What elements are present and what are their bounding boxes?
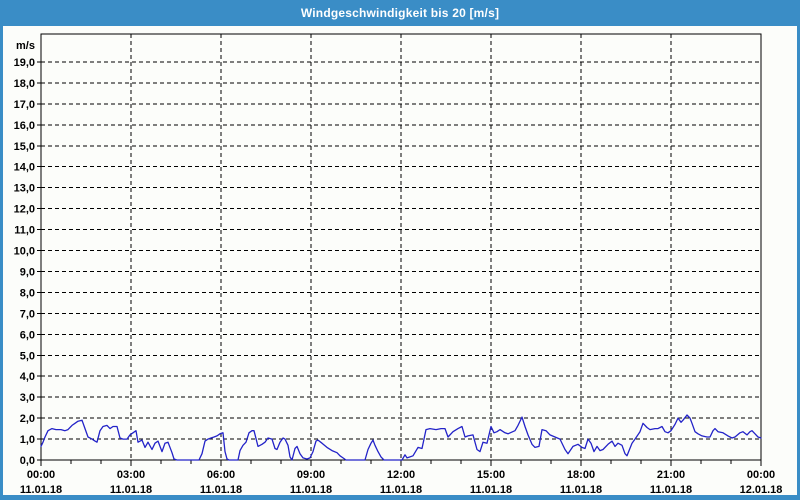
y-tick-label: 2,0 [20, 413, 35, 425]
y-tick-label: 16,0 [14, 120, 35, 132]
x-date-label: 11.01.18 [290, 484, 332, 495]
x-time-label: 09:00 [297, 469, 325, 481]
x-time-label: 00:00 [27, 469, 55, 481]
x-date-label: 11.01.18 [110, 484, 152, 495]
y-tick-label: 15,0 [14, 141, 35, 153]
window-title: Windgeschwindigkeit bis 20 [m/s] [300, 6, 500, 20]
y-tick-label: 8,0 [20, 287, 35, 299]
x-date-label: 12.01.18 [740, 484, 783, 495]
y-tick-label: 3,0 [20, 392, 35, 404]
y-tick-label: 4,0 [20, 371, 35, 383]
y-tick-label: 19,0 [14, 57, 35, 69]
y-tick-label: 10,0 [14, 246, 35, 258]
x-time-label: 15:00 [477, 469, 505, 481]
x-date-label: 11.01.18 [380, 484, 422, 495]
window-titlebar: Windgeschwindigkeit bis 20 [m/s] [3, 0, 797, 26]
chart-content: 0,0 1,0 2,0 3,0 4,0 5,0 6,0 7,0 8,0 9,0 10,0 11,0 12… [3, 26, 797, 495]
wind-speed-chart: 0,0 1,0 2,0 3,0 4,0 5,0 6,0 7,0 8,0 9,0 10,0 11,0 12… [14, 33, 783, 495]
y-tick-label: 7,0 [20, 308, 35, 320]
x-time-label: 21:00 [657, 469, 685, 481]
y-tick-label: 18,0 [14, 78, 35, 90]
y-tick-label: 9,0 [20, 266, 35, 278]
x-date-label: 11.01.18 [650, 484, 692, 495]
y-tick-label: 1,0 [20, 434, 35, 446]
x-date-label: 11.01.18 [20, 484, 62, 495]
x-time-label: 18:00 [567, 469, 595, 481]
y-tick-label: 11,0 [14, 225, 35, 237]
chart-window: Windgeschwindigkeit bis 20 [m/s] 0,0 1,0 2… [0, 0, 800, 500]
y-unit-label: m/s [16, 40, 35, 52]
y-tick-label: 17,0 [14, 99, 35, 111]
y-tick-label: 14,0 [14, 162, 35, 174]
x-date-label: 11.01.18 [200, 484, 242, 495]
x-time-label: 12:00 [387, 469, 415, 481]
x-time-label: 00:00 [747, 469, 775, 481]
y-tick-label: 12,0 [14, 204, 35, 216]
x-date-label: 11.01.18 [560, 484, 602, 495]
y-tick-label: 5,0 [20, 350, 35, 362]
y-tick-label: 6,0 [20, 329, 35, 341]
x-time-label: 06:00 [207, 469, 235, 481]
x-date-label: 11.01.18 [470, 484, 512, 495]
y-tick-label: 0,0 [20, 455, 35, 467]
y-tick-label: 13,0 [14, 183, 35, 195]
x-time-label: 03:00 [117, 469, 145, 481]
